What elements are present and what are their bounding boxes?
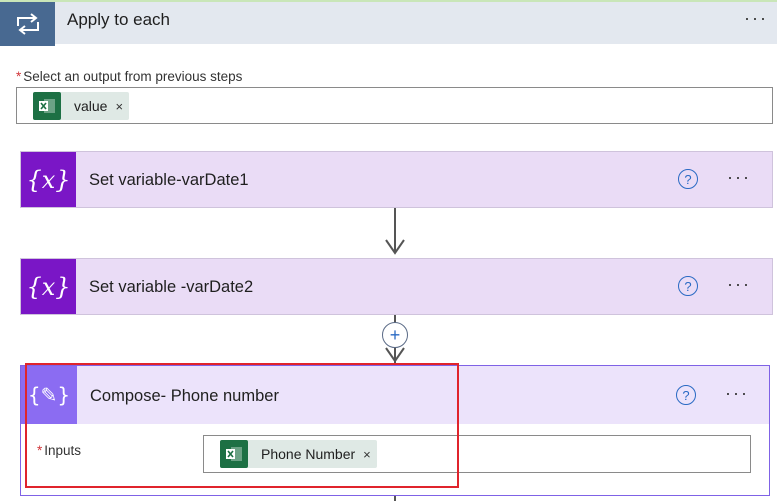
select-output-field[interactable]: value × bbox=[16, 87, 773, 124]
set-variable-2-title: Set variable -varDate2 bbox=[89, 278, 254, 296]
remove-token-icon[interactable]: × bbox=[363, 447, 371, 462]
connector-line bbox=[394, 496, 396, 501]
excel-icon bbox=[220, 440, 248, 468]
phone-number-token[interactable]: Phone Number × bbox=[220, 440, 377, 468]
excel-icon bbox=[33, 92, 61, 120]
select-output-label-text: Select an output from previous steps bbox=[23, 69, 243, 84]
compose-header[interactable]: {✎} Compose- Phone number ? ··· bbox=[21, 366, 769, 424]
add-step-button[interactable]: + bbox=[382, 322, 408, 348]
apply-to-each-header[interactable]: Apply to each ··· bbox=[0, 0, 777, 46]
more-options-icon[interactable]: ··· bbox=[727, 167, 751, 188]
remove-token-icon[interactable]: × bbox=[115, 99, 123, 114]
loop-icon bbox=[0, 2, 55, 46]
phone-number-token-label: Phone Number bbox=[261, 446, 356, 462]
value-token-label: value bbox=[74, 98, 108, 114]
more-options-icon[interactable]: ··· bbox=[725, 383, 749, 404]
inputs-label: * Inputs bbox=[37, 443, 81, 458]
set-variable-1-title: Set variable-varDate1 bbox=[89, 171, 249, 189]
select-output-label: * Select an output from previous steps bbox=[16, 69, 242, 84]
required-marker: * bbox=[16, 69, 22, 84]
variable-icon: {x} bbox=[21, 152, 76, 207]
inputs-field[interactable]: Phone Number × bbox=[203, 435, 751, 473]
inputs-label-text: Inputs bbox=[44, 443, 82, 458]
required-marker: * bbox=[37, 443, 43, 458]
variable-icon: {x} bbox=[21, 259, 76, 314]
help-icon[interactable]: ? bbox=[676, 385, 696, 405]
arrow-down-icon bbox=[385, 347, 405, 363]
more-options-icon[interactable]: ··· bbox=[727, 274, 751, 295]
more-options-icon[interactable]: ··· bbox=[744, 8, 768, 29]
help-icon[interactable]: ? bbox=[678, 169, 698, 189]
arrow-down-icon bbox=[385, 239, 405, 255]
set-variable-2-card[interactable]: {x} Set variable -varDate2 ? ··· bbox=[20, 258, 773, 315]
apply-to-each-title: Apply to each bbox=[67, 10, 171, 29]
compose-title: Compose- Phone number bbox=[90, 387, 279, 405]
value-token[interactable]: value × bbox=[33, 92, 130, 120]
set-variable-1-card[interactable]: {x} Set variable-varDate1 ? ··· bbox=[20, 151, 773, 208]
compose-icon: {✎} bbox=[21, 366, 77, 424]
compose-card[interactable]: {✎} Compose- Phone number ? ··· * Inputs … bbox=[20, 365, 770, 496]
help-icon[interactable]: ? bbox=[678, 276, 698, 296]
